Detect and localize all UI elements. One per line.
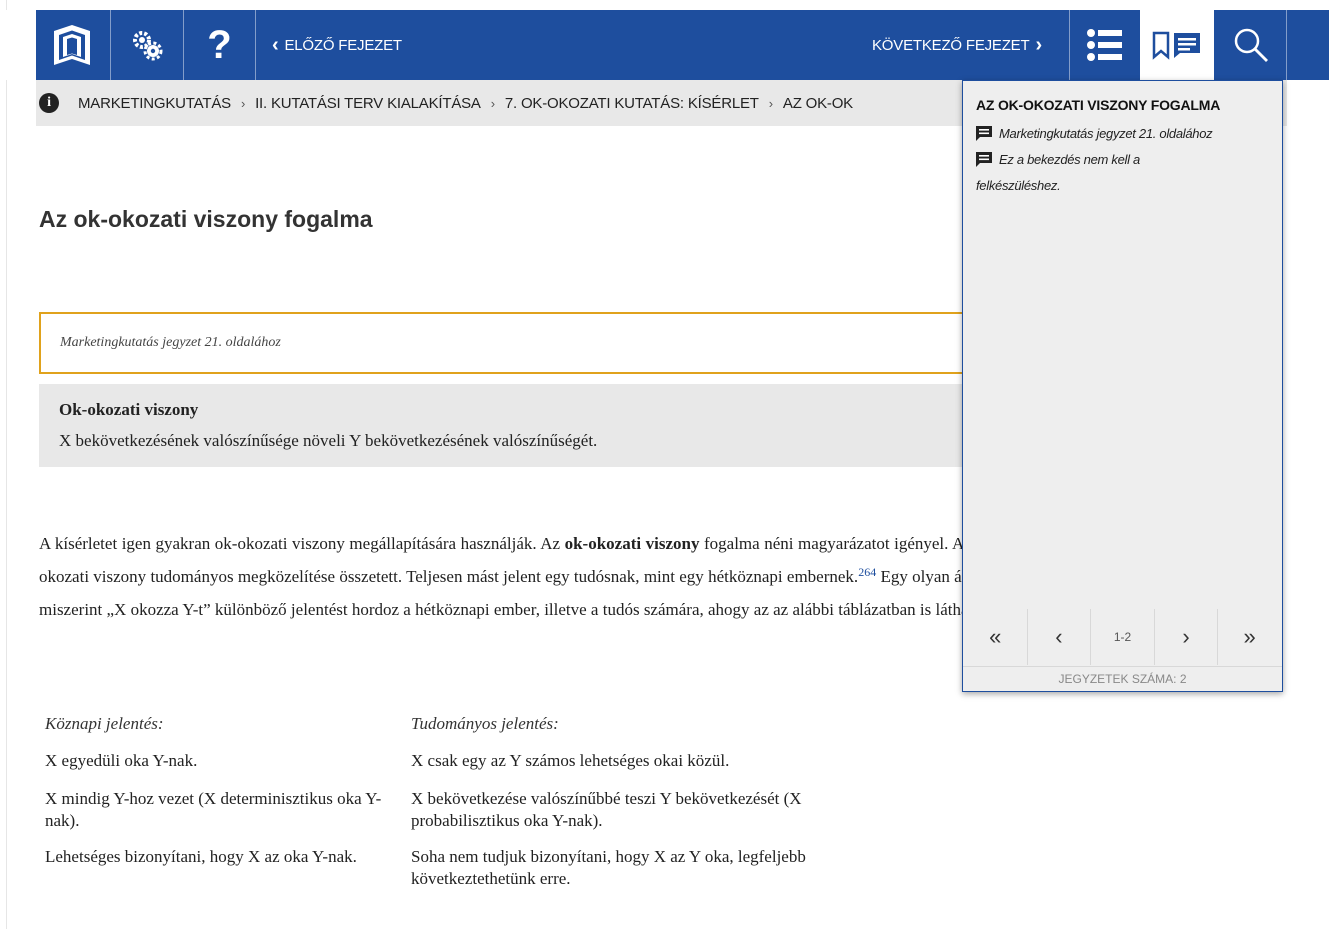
table-cell: X csak egy az Y számos lehetséges okai k… [411, 751, 730, 770]
note-text: Marketingkutatás jegyzet 21. oldalához [999, 126, 1213, 141]
footnote-link[interactable]: 264 [858, 565, 876, 579]
note-icon [976, 126, 992, 141]
page-indicator: 1-2 [1091, 609, 1155, 665]
toolbar-divider [255, 10, 256, 80]
previous-chapter-label: ELŐZŐ FEJEZET [284, 36, 402, 54]
paragraph-bold-term: ok-okozati viszony [564, 534, 700, 553]
definition-text: X bekövetkezésének valószínűsége növeli … [59, 431, 598, 450]
page-left-border [6, 0, 7, 929]
breadcrumb-separator: › [240, 95, 246, 111]
next-page-button[interactable]: › [1155, 609, 1219, 665]
chevron-right-icon: › [1035, 33, 1042, 56]
table-cell: Soha nem tudjuk bizonyítani, hogy X az Y… [411, 847, 806, 888]
question-icon[interactable]: ? [184, 10, 255, 80]
toolbar-right-edge [1287, 10, 1329, 80]
table-cell: X bekövetkezése valószínűbbé teszi Y bek… [411, 789, 802, 830]
body-paragraph: A kísérletet igen gyakran ok-okozati vis… [39, 527, 999, 626]
note-icon [976, 152, 992, 167]
breadcrumb-separator: › [490, 95, 495, 111]
breadcrumb-separator: › [768, 95, 773, 111]
chevron-left-icon: ‹ [272, 33, 279, 56]
notes-panel-title: AZ OK-OKOZATI VISZONY FOGALMA [976, 97, 1221, 113]
definition-box: Ok-okozati viszony X bekövetkezésének va… [39, 384, 979, 467]
last-page-button[interactable]: » [1218, 609, 1281, 665]
next-chapter-button[interactable]: KÖVETKEZŐ FEJEZET › [872, 10, 1048, 80]
paragraph-text: A kísérletet igen gyakran ok-okozati vis… [39, 534, 565, 553]
info-icon[interactable]: i [39, 93, 59, 113]
next-chapter-label: KÖVETKEZŐ FEJEZET [872, 36, 1030, 54]
note-item[interactable]: Marketingkutatás jegyzet 21. oldalához [976, 121, 1271, 147]
list-icon[interactable] [1070, 10, 1140, 80]
notes-count: JEGYZETEK SZÁMA: 2 [963, 666, 1282, 691]
notes-pagination: « ‹ 1-2 › » [964, 609, 1281, 665]
table-cell: X egyedüli oka Y-nak. [45, 751, 198, 770]
note-text: Ez a bekezdés nem kell a felkészüléshez. [976, 152, 1140, 193]
table-header: Tudományos jelentés: [411, 714, 559, 733]
notes-panel: AZ OK-OKOZATI VISZONY FOGALMA Marketingk… [962, 80, 1283, 692]
previous-chapter-button[interactable]: ‹ ELŐZŐ FEJEZET [266, 10, 402, 80]
table-cell: Lehetséges bizonyítani, hogy X az oka Y-… [45, 847, 357, 866]
bookmark-notes-icon [1152, 31, 1200, 60]
table-cell: X mindig Y-hoz vezet (X determinisztikus… [45, 789, 382, 830]
top-toolbar: ? ‹ ELŐZŐ FEJEZET KÖVETKEZŐ FEJEZET › [0, 10, 1329, 80]
definition-title: Ok-okozati viszony [59, 400, 199, 419]
bookmark-notes-button[interactable] [1140, 10, 1214, 80]
book-logo-icon[interactable] [36, 10, 110, 80]
first-page-button[interactable]: « [964, 609, 1028, 665]
breadcrumb-item[interactable]: MARKETINGKUTATÁS [78, 95, 231, 112]
search-icon[interactable] [1214, 10, 1287, 80]
breadcrumb-item[interactable]: II. KUTATÁSI TERV KIALAKÍTÁSA [255, 95, 481, 112]
note-item[interactable]: Ez a bekezdés nem kell a felkészüléshez. [976, 147, 1206, 199]
prev-page-button[interactable]: ‹ [1028, 609, 1092, 665]
table-header: Köznapi jelentés: [45, 714, 164, 733]
highlighted-note-box[interactable]: Marketingkutatás jegyzet 21. oldalához [39, 312, 979, 374]
page-title: Az ok-okozati viszony fogalma [39, 206, 373, 232]
breadcrumb-item[interactable]: 7. OK-OKOZATI KUTATÁS: KÍSÉRLET [505, 95, 759, 112]
gears-icon[interactable] [111, 10, 183, 80]
breadcrumb-item[interactable]: AZ OK-OK [783, 95, 853, 112]
